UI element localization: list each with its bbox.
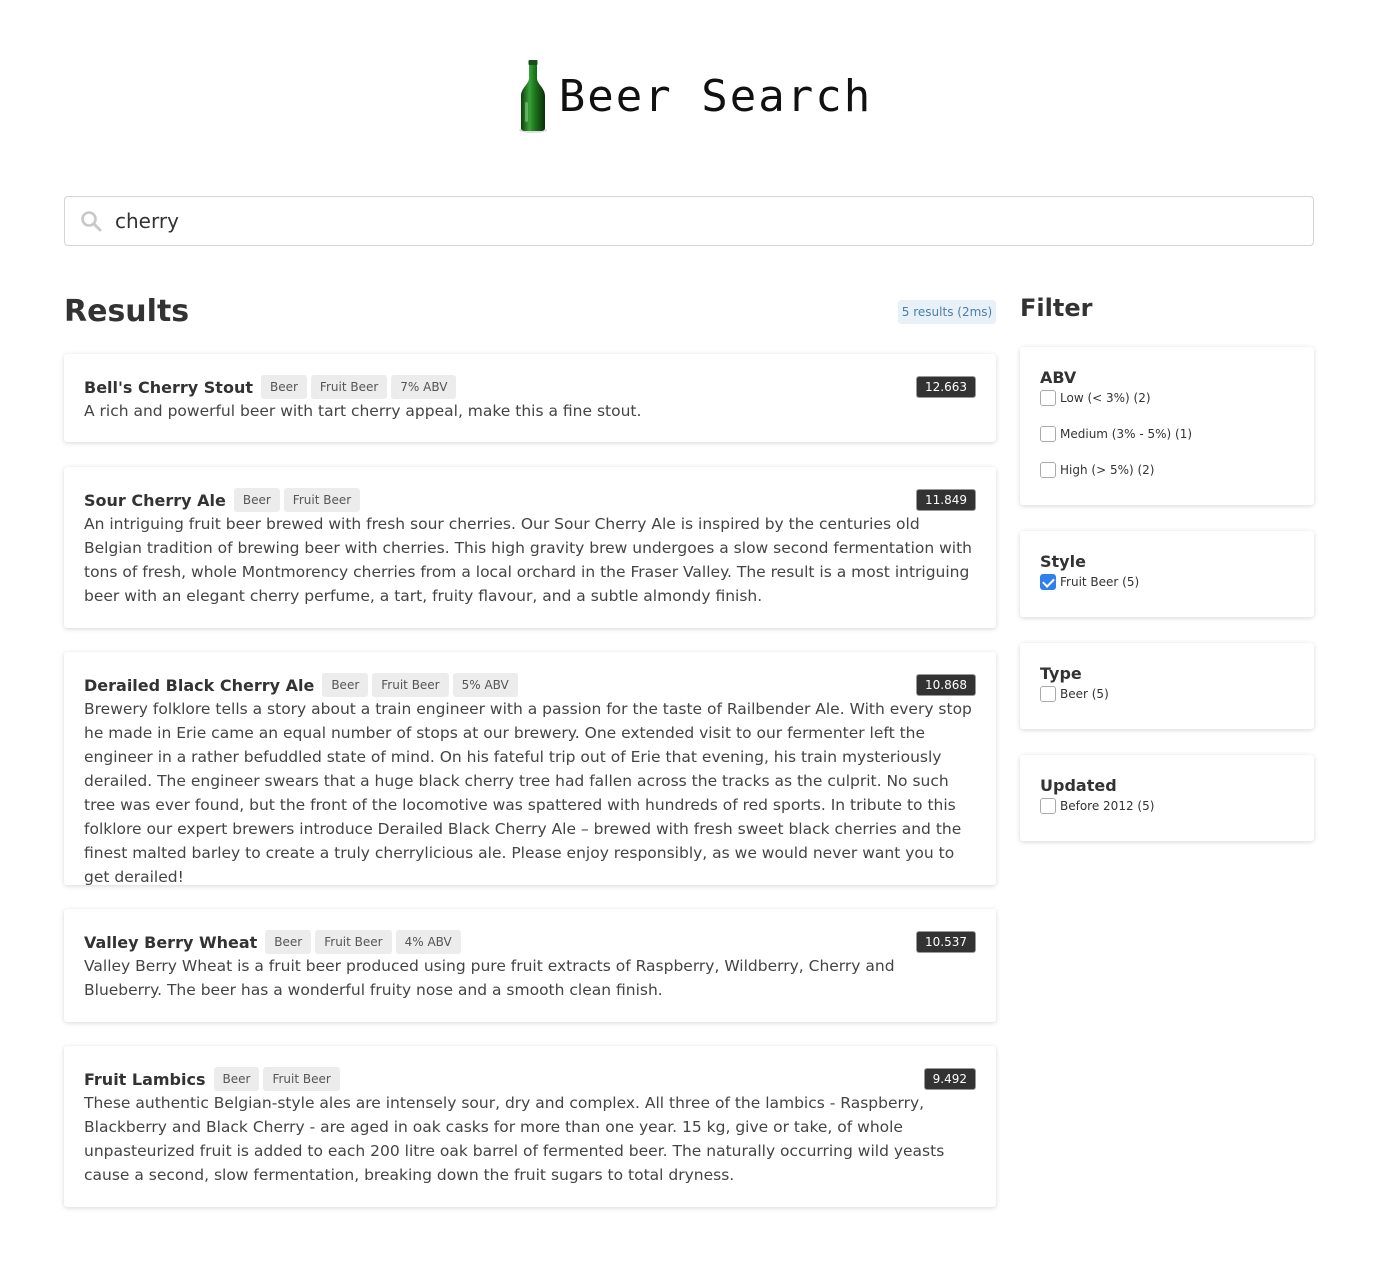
result-card-header: Sour Cherry Ale Beer Fruit Beer 11.849 <box>84 487 976 513</box>
result-description: A rich and powerful beer with tart cherr… <box>84 402 642 420</box>
filter-option[interactable]: Medium (3% - 5%) (1) <box>1040 425 1294 443</box>
filter-option-label: Low (< 3%) (2) <box>1060 391 1151 405</box>
result-card[interactable]: Valley Berry Wheat Beer Fruit Beer 4% AB… <box>64 909 996 1022</box>
search-input[interactable] <box>115 198 1295 244</box>
score-badge: 10.868 <box>916 674 976 696</box>
result-name[interactable]: Fruit Lambics <box>84 1070 206 1089</box>
result-card[interactable]: Derailed Black Cherry Ale Beer Fruit Bee… <box>64 652 996 886</box>
result-tag: Beer <box>265 930 312 954</box>
filter-group-title: ABV <box>1040 368 1077 387</box>
filter-option-label: Before 2012 (5) <box>1060 799 1155 813</box>
result-tag: Fruit Beer <box>315 930 392 954</box>
result-tag: 5% ABV <box>452 673 518 697</box>
result-tag: Fruit Beer <box>283 488 361 512</box>
filter-title: Filter <box>1020 294 1093 322</box>
result-card[interactable]: Bell's Cherry Stout Beer Fruit Beer 7% A… <box>64 354 996 442</box>
results-title: Results <box>64 294 190 329</box>
filter-option-label: Medium (3% - 5%) (1) <box>1060 427 1193 441</box>
result-description: These authentic Belgian-style ales are i… <box>84 1094 945 1184</box>
result-name[interactable]: Valley Berry Wheat <box>84 933 257 952</box>
score-badge: 9.492 <box>923 1068 976 1090</box>
checkbox[interactable] <box>1040 462 1056 478</box>
result-tag: 7% ABV <box>391 375 457 399</box>
result-tag: Beer <box>260 375 307 399</box>
result-tag: Beer <box>233 488 280 512</box>
filter-option-label: High (> 5%) (2) <box>1060 463 1155 477</box>
score-badge: 10.537 <box>916 931 976 953</box>
filter-group-title: Type <box>1040 664 1082 683</box>
result-tag: Fruit Beer <box>310 375 388 399</box>
result-card-header: Valley Berry Wheat Beer Fruit Beer 4% AB… <box>84 929 976 955</box>
result-tag: Beer <box>322 673 369 697</box>
filter-option[interactable]: Low (< 3%) (2) <box>1040 389 1294 407</box>
site-title: Beer Search <box>558 70 873 122</box>
filter-group-abv: ABV Low (< 3%) (2) Medium (3% - 5%) (1) … <box>1020 347 1314 505</box>
result-description: An intriguing fruit beer brewed with fre… <box>84 515 972 605</box>
filter-option-label: Beer (5) <box>1060 687 1109 701</box>
score-badge: 12.663 <box>916 376 976 398</box>
checkbox[interactable] <box>1040 426 1056 442</box>
result-name[interactable]: Derailed Black Cherry Ale <box>84 676 314 695</box>
result-tag: 4% ABV <box>395 930 461 954</box>
score-badge: 11.849 <box>916 489 976 511</box>
result-description: Valley Berry Wheat is a fruit beer produ… <box>84 957 895 999</box>
result-description: Brewery folklore tells a story about a t… <box>84 700 972 886</box>
checkbox[interactable] <box>1040 798 1056 814</box>
checkbox-checked[interactable] <box>1040 574 1056 590</box>
filter-group-type: Type Beer (5) <box>1020 643 1314 729</box>
filter-group-style: Style Fruit Beer (5) <box>1020 531 1314 617</box>
filter-group-updated: Updated Before 2012 (5) <box>1020 755 1314 841</box>
filter-group-title: Style <box>1040 552 1086 571</box>
checkbox[interactable] <box>1040 390 1056 406</box>
result-tag: Beer <box>213 1067 260 1091</box>
filter-group-title: Updated <box>1040 776 1117 795</box>
result-tag: Fruit Beer <box>263 1067 340 1091</box>
result-name[interactable]: Bell's Cherry Stout <box>84 378 253 397</box>
site-header: Beer Search <box>0 58 1385 134</box>
search-icon <box>81 211 102 232</box>
result-card-header: Derailed Black Cherry Ale Beer Fruit Bee… <box>84 672 976 698</box>
filter-option[interactable]: Beer (5) <box>1040 685 1294 703</box>
result-name[interactable]: Sour Cherry Ale <box>84 491 226 510</box>
beer-bottle-icon <box>518 60 547 133</box>
filter-option-label: Fruit Beer (5) <box>1060 575 1140 589</box>
result-card[interactable]: Fruit Lambics Beer Fruit Beer 9.492 Thes… <box>64 1046 996 1207</box>
result-tag: Fruit Beer <box>372 673 449 697</box>
checkbox[interactable] <box>1040 686 1056 702</box>
result-card-header: Bell's Cherry Stout Beer Fruit Beer 7% A… <box>84 374 976 400</box>
filter-option[interactable]: Fruit Beer (5) <box>1040 573 1294 591</box>
result-card-header: Fruit Lambics Beer Fruit Beer 9.492 <box>84 1066 976 1092</box>
results-count-badge: 5 results (2ms) <box>898 300 996 324</box>
filter-option[interactable]: High (> 5%) (2) <box>1040 461 1294 479</box>
search-box[interactable] <box>64 196 1314 246</box>
filter-option[interactable]: Before 2012 (5) <box>1040 797 1294 815</box>
result-card[interactable]: Sour Cherry Ale Beer Fruit Beer 11.849 A… <box>64 467 996 628</box>
